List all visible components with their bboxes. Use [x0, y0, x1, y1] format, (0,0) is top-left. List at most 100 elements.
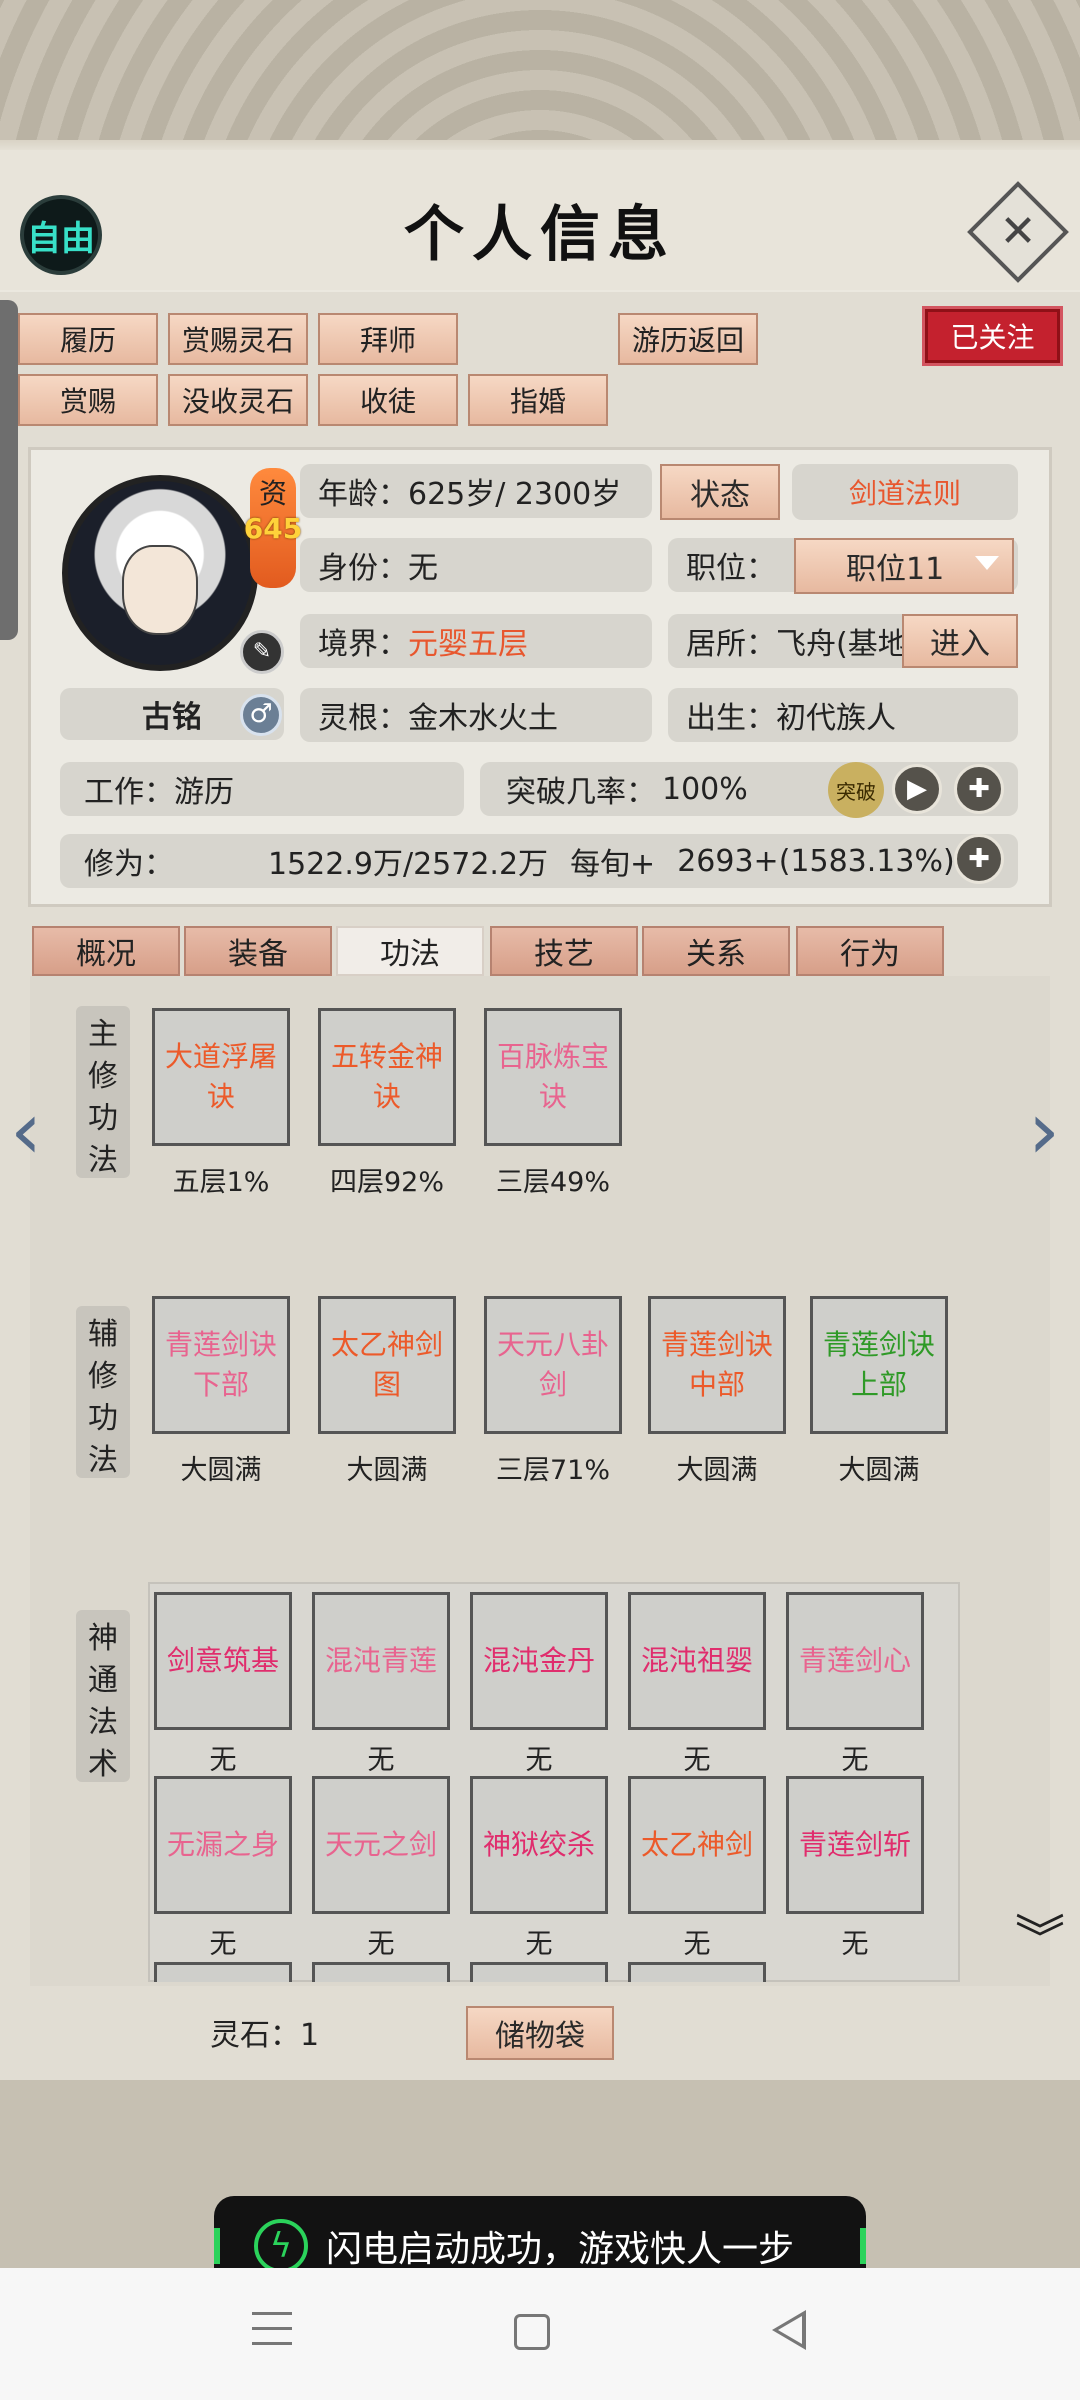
meditate-icon[interactable]: 突破 [828, 762, 884, 818]
per-period-label: 每旬+ [570, 847, 656, 882]
chevron-right-icon[interactable]: › [1028, 1091, 1068, 1176]
realm-label: 境界： [318, 627, 408, 662]
post-label: 职位： [686, 551, 776, 586]
magic-art-9-level: 无 [683, 1929, 711, 1960]
magic-art-3[interactable]: 混沌金丹 [470, 1592, 608, 1730]
confiscate-stone-button[interactable]: 没收灵石 [168, 374, 308, 426]
aux-technique-3[interactable]: 天元八卦剑 [484, 1296, 622, 1434]
add-breakthrough-button[interactable]: ✚ [954, 764, 1004, 814]
double-chevron-down-icon[interactable]: ︾ [1010, 1914, 1070, 1976]
magic-art-9[interactable]: 太乙神剑 [628, 1776, 766, 1914]
take-master-button[interactable]: 拜师 [318, 313, 458, 365]
magic-art-3-level: 无 [525, 1745, 553, 1776]
magic-art-1-level: 无 [209, 1745, 237, 1776]
tab-skills[interactable]: 技艺 [490, 926, 638, 976]
magic-art-5-level: 无 [841, 1745, 869, 1776]
take-disciple-button[interactable]: 收徒 [318, 374, 458, 426]
back-icon-inner [778, 2316, 802, 2344]
realm-field: 境界： 元婴五层 [300, 614, 652, 668]
per-period-value: 2693+(1583.13%) [677, 843, 955, 879]
root-field: 灵根： 金木水火土 [300, 688, 652, 742]
travel-return-button[interactable]: 游历返回 [618, 313, 758, 365]
main-technique-1[interactable]: 大道浮屠诀 [152, 1008, 290, 1146]
followed-badge[interactable]: 已关注 [925, 309, 1060, 363]
chevron-left-icon[interactable]: ‹ [10, 1091, 50, 1176]
talent-value: 645 [243, 512, 303, 545]
tab-relations[interactable]: 关系 [642, 926, 790, 976]
magic-art-4-level: 无 [683, 1745, 711, 1776]
tab-equipment[interactable]: 装备 [184, 926, 332, 976]
magic-art-partial[interactable] [312, 1962, 450, 1982]
magic-art-partial[interactable] [470, 1962, 608, 1982]
history-button[interactable]: 履历 [18, 313, 158, 365]
magic-art-10-level: 无 [841, 1929, 869, 1960]
realm-value: 元婴五层 [408, 627, 528, 662]
aux-technique-1-level: 大圆满 [180, 1455, 262, 1486]
aux-technique-5-level: 大圆满 [838, 1455, 920, 1486]
add-cultivation-button[interactable]: ✚ [954, 834, 1004, 884]
home-icon[interactable] [514, 2314, 550, 2350]
reward-button[interactable]: 赏赐 [18, 374, 158, 426]
magic-art-partial[interactable] [628, 1962, 766, 1982]
side-handle[interactable] [0, 300, 18, 640]
cultivation-value: 1522.9万/2572.2万 [268, 847, 549, 882]
aux-technique-5[interactable]: 青莲剑诀上部 [810, 1296, 948, 1434]
residence-label: 居所： [686, 627, 776, 662]
identity-value: 无 [408, 551, 438, 586]
tab-techniques[interactable]: 功法 [336, 926, 484, 976]
brush-icon[interactable]: ✎ [240, 630, 284, 674]
menu-icon[interactable] [252, 2312, 292, 2348]
birth-field: 出生： 初代族人 [668, 688, 1018, 742]
tab-overview[interactable]: 概况 [32, 926, 180, 976]
main-technique-1-level: 五层1% [172, 1167, 270, 1198]
aux-technique-4[interactable]: 青莲剑诀中部 [648, 1296, 786, 1434]
avatar-face [122, 545, 198, 635]
magic-art-2[interactable]: 混沌青莲 [312, 1592, 450, 1730]
talent-label: 资 [258, 477, 287, 510]
magic-art-8[interactable]: 神狱绞杀 [470, 1776, 608, 1914]
birth-value: 初代族人 [776, 701, 896, 736]
main-technique-2-level: 四层92% [329, 1167, 444, 1198]
age-label: 年龄： [318, 477, 408, 512]
tab-behavior[interactable]: 行为 [796, 926, 944, 976]
magic-art-7[interactable]: 天元之剑 [312, 1776, 450, 1914]
status-button[interactable]: 状态 [660, 464, 780, 520]
close-icon[interactable]: ✕ [982, 196, 1054, 268]
work-field: 工作： 游历 [60, 762, 464, 816]
sword-law-button[interactable]: 剑道法则 [792, 464, 1018, 520]
aux-technique-2[interactable]: 太乙神剑图 [318, 1296, 456, 1434]
birth-label: 出生： [686, 701, 776, 736]
root-label: 灵根： [318, 701, 408, 736]
storage-bag-button[interactable]: 储物袋 [466, 2006, 614, 2060]
magic-art-6[interactable]: 无漏之身 [154, 1776, 292, 1914]
main-technique-2[interactable]: 五转金神诀 [318, 1008, 456, 1146]
plus-icon: ✚ [968, 774, 990, 804]
aux-technique-3-level: 三层71% [495, 1455, 610, 1486]
magic-art-6-level: 无 [209, 1929, 237, 1960]
main-technique-3[interactable]: 百脉炼宝诀 [484, 1008, 622, 1146]
work-value: 游历 [174, 775, 234, 810]
main-technique-3-level: 三层49% [495, 1167, 610, 1198]
plus-icon: ✚ [968, 844, 990, 874]
magic-art-partial[interactable] [154, 1962, 292, 1982]
magic-art-4[interactable]: 混沌祖婴 [628, 1592, 766, 1730]
magic-art-5[interactable]: 青莲剑心 [786, 1592, 924, 1730]
arrange-marriage-button[interactable]: 指婚 [468, 374, 608, 426]
breakthrough-label: 突破几率： [506, 775, 656, 810]
magic-art-7-level: 无 [367, 1929, 395, 1960]
play-button[interactable]: ▶ [892, 764, 942, 814]
spirit-stone-count: 灵石：1 [210, 2018, 320, 2053]
reward-stone-button[interactable]: 赏赐灵石 [168, 313, 308, 365]
magic-section-label: 神通法术 [76, 1610, 130, 1782]
aux-technique-1[interactable]: 青莲剑诀下部 [152, 1296, 290, 1434]
root-value: 金木水火土 [408, 701, 558, 736]
chevron-down-icon[interactable] [975, 556, 999, 570]
residence-value: 飞舟(基地 [776, 627, 908, 662]
free-mode-button[interactable]: 自由 [20, 195, 102, 275]
enter-button[interactable]: 进入 [902, 614, 1018, 668]
identity-label: 身份： [318, 551, 408, 586]
magic-art-1[interactable]: 剑意筑基 [154, 1592, 292, 1730]
identity-field: 身份： 无 [300, 538, 652, 592]
magic-art-10[interactable]: 青莲剑斩 [786, 1776, 924, 1914]
age-value: 625岁/ 2300岁 [408, 477, 622, 512]
